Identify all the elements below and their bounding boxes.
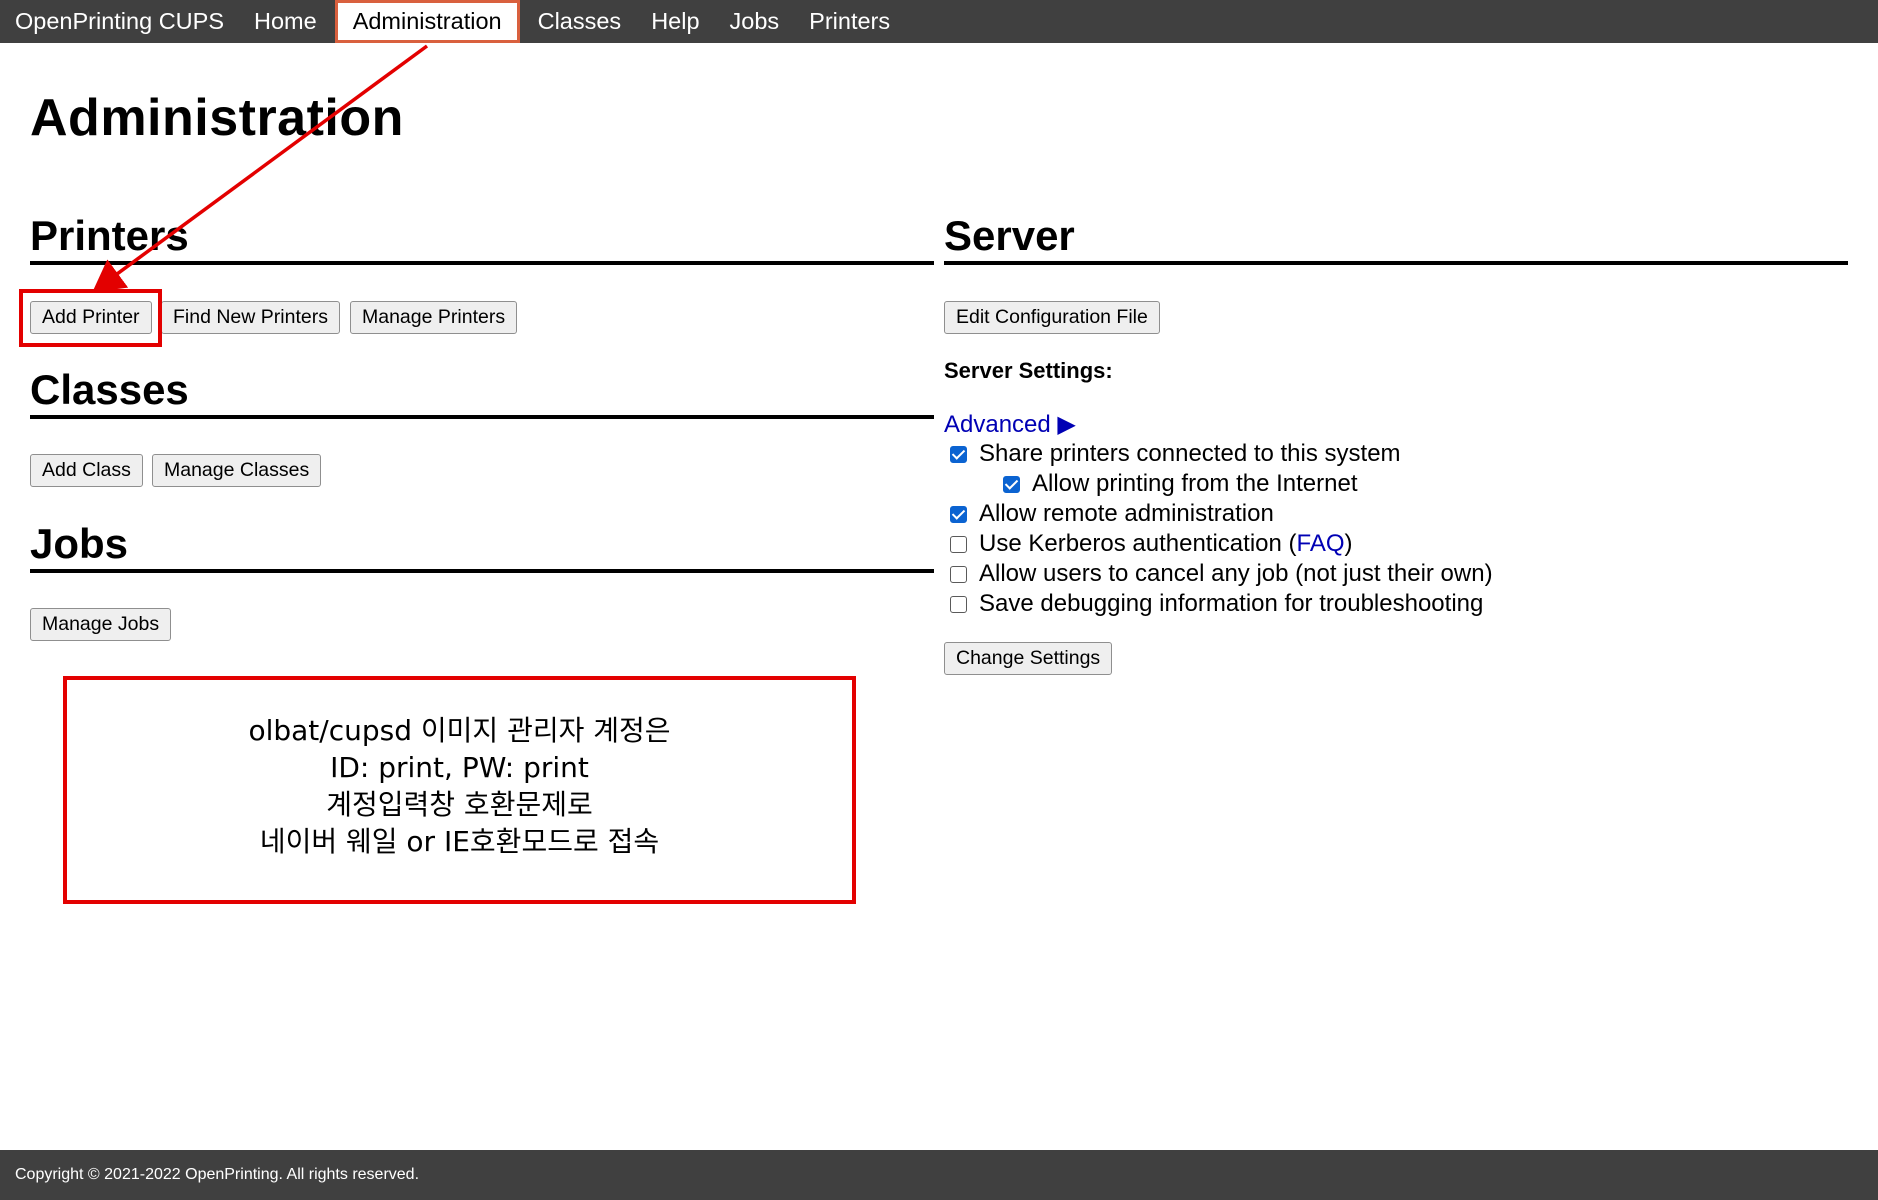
option-label: Allow printing from the Internet (1032, 470, 1358, 497)
manage-printers-button[interactable]: Manage Printers (350, 301, 518, 334)
copyright-text: Copyright © 2021-2022 OpenPrinting. All … (15, 1166, 420, 1183)
cancel-any-job-checkbox[interactable] (950, 565, 967, 583)
server-heading: Server (944, 212, 1848, 266)
option-cancel-any-job: Allow users to cancel any job (not just … (950, 560, 1493, 588)
top-nav: OpenPrinting CUPS Home Administration Cl… (0, 0, 1878, 43)
annotation-arrow (92, 44, 429, 293)
option-label: Allow remote administration (979, 500, 1274, 527)
jobs-heading: Jobs (30, 520, 934, 574)
option-label: Use Kerberos authentication ( (979, 530, 1297, 557)
option-label: Save debugging information for troublesh… (979, 590, 1484, 617)
add-printer-highlight (19, 289, 162, 347)
edit-configuration-file-button[interactable]: Edit Configuration File (944, 301, 1160, 334)
nav-jobs[interactable]: Jobs (715, 0, 795, 43)
manage-classes-button[interactable]: Manage Classes (152, 454, 322, 487)
footer: Copyright © 2021-2022 OpenPrinting. All … (0, 1150, 1878, 1200)
option-debug-logging: Save debugging information for troublesh… (950, 590, 1483, 618)
annotation-line: 네이버 웨일 or IE호환모드로 접속 (259, 825, 660, 858)
nav-brand[interactable]: OpenPrinting CUPS (0, 0, 239, 43)
server-settings-label: Server Settings: (944, 358, 1113, 383)
option-allow-internet-printing: Allow printing from the Internet (1003, 470, 1358, 498)
option-label: Allow users to cancel any job (not just … (979, 560, 1493, 587)
classes-heading: Classes (30, 366, 934, 420)
debug-logging-checkbox[interactable] (950, 595, 967, 613)
nav-administration[interactable]: Administration (334, 0, 520, 43)
add-class-button[interactable]: Add Class (30, 454, 143, 487)
nav-home[interactable]: Home (239, 0, 332, 43)
nav-help[interactable]: Help (636, 0, 714, 43)
faq-link[interactable]: FAQ (1297, 530, 1345, 558)
page-title: Administration (30, 89, 404, 147)
remote-admin-checkbox[interactable] (950, 505, 967, 523)
annotation-line: ID: print, PW: print (330, 751, 589, 784)
printers-heading: Printers (30, 212, 934, 266)
kerberos-checkbox[interactable] (950, 535, 967, 553)
annotation-line: 계정입력창 호환문제로 (326, 788, 593, 821)
annotation-text: olbat/cupsd 이미지 관리자 계정은 ID: print, PW: p… (63, 712, 856, 860)
option-kerberos: Use Kerberos authentication (FAQ) (950, 530, 1353, 558)
option-share-printers: Share printers connected to this system (950, 440, 1401, 468)
option-label-suffix: ) (1344, 530, 1353, 557)
annotation-line: olbat/cupsd 이미지 관리자 계정은 (248, 714, 671, 747)
share-printers-checkbox[interactable] (950, 445, 967, 463)
change-settings-button[interactable]: Change Settings (944, 642, 1113, 675)
nav-classes[interactable]: Classes (523, 0, 637, 43)
manage-jobs-button[interactable]: Manage Jobs (30, 608, 172, 641)
option-remote-admin: Allow remote administration (950, 500, 1274, 528)
advanced-link[interactable]: Advanced ▶ (944, 410, 1076, 439)
option-label: Share printers connected to this system (979, 440, 1401, 467)
allow-internet-printing-checkbox[interactable] (1003, 475, 1020, 493)
find-new-printers-button[interactable]: Find New Printers (161, 301, 340, 334)
nav-printers[interactable]: Printers (794, 0, 905, 43)
